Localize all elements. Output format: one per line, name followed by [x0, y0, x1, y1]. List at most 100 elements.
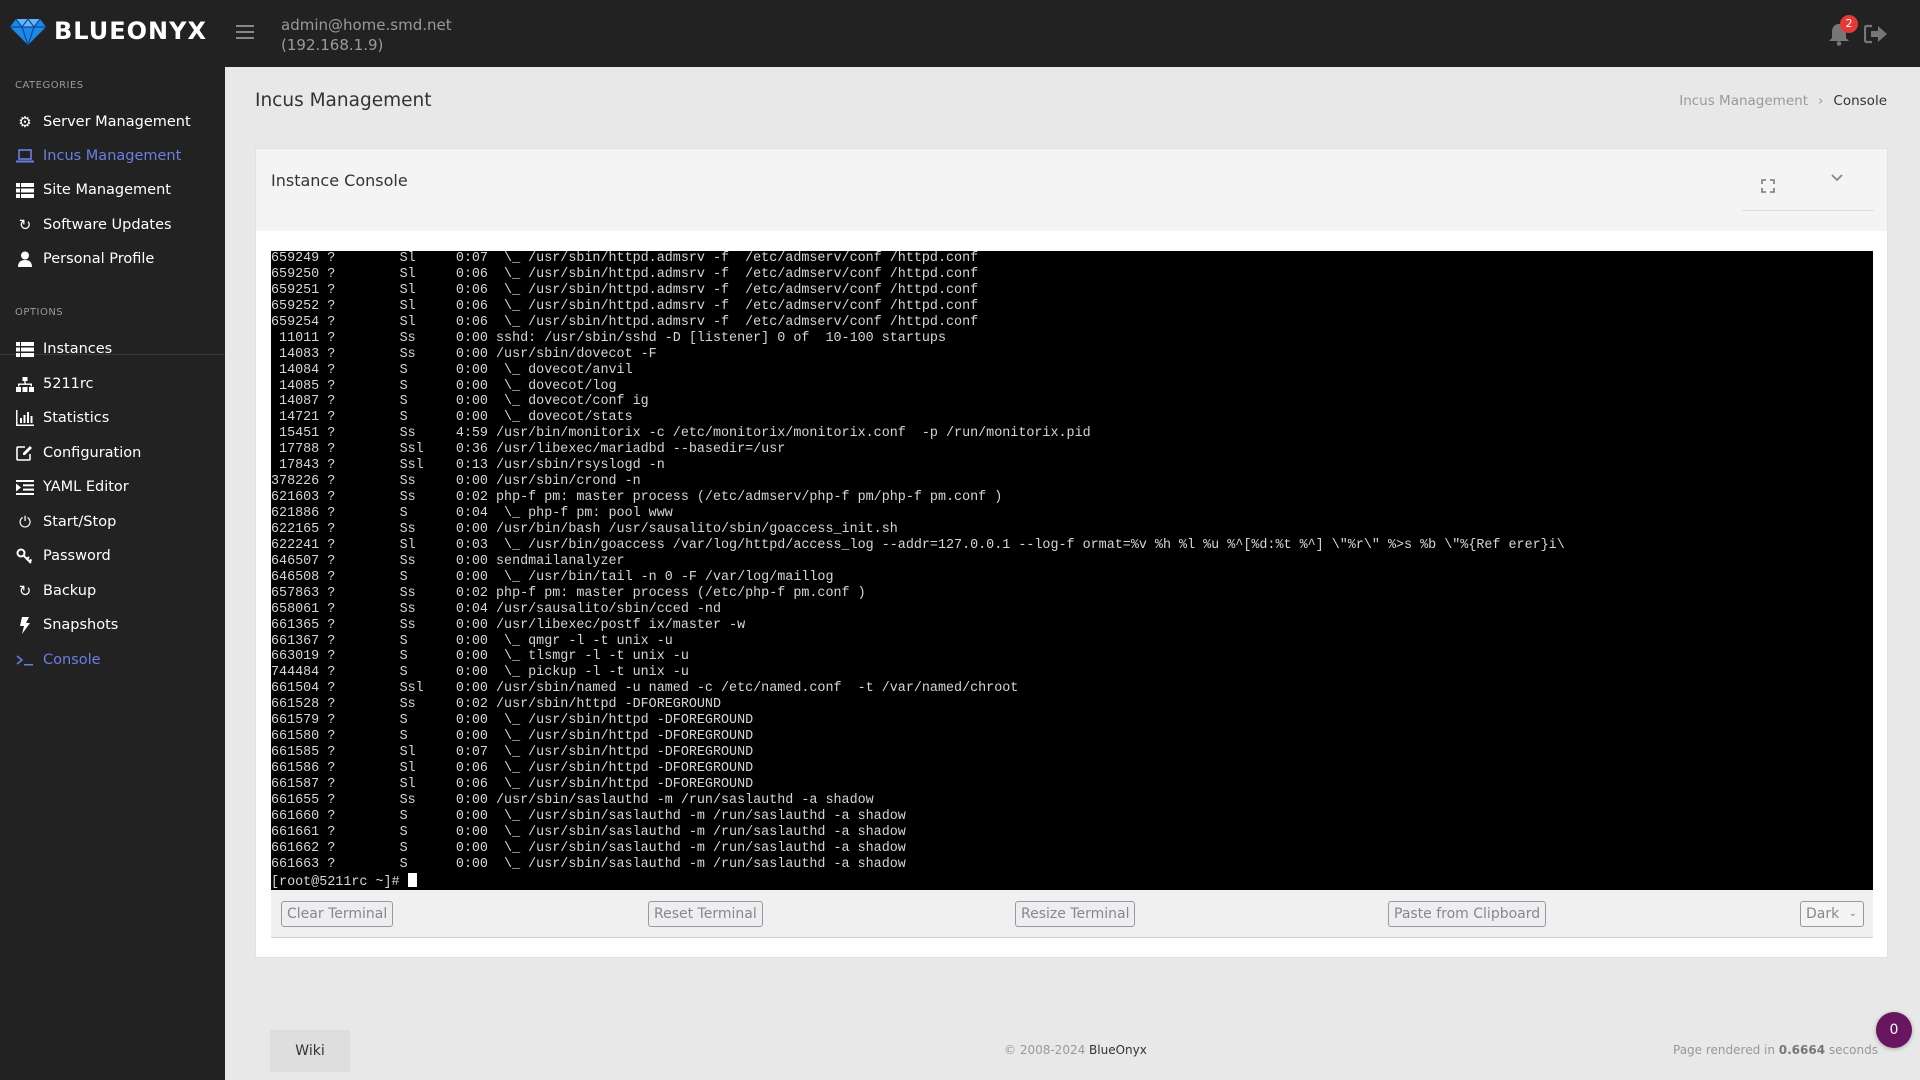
top-bar: BLUEONYX admin@home.smd.net (192.168.1.9… [0, 0, 1920, 67]
sidebar-item-label: Statistics [43, 410, 110, 426]
user-icon [15, 250, 35, 268]
floating-counter-button[interactable]: 0 [1876, 1012, 1912, 1048]
sidebar-item-software-updates[interactable]: ↻ Software Updates [15, 212, 172, 238]
paste-from-clipboard-button[interactable]: Paste from Clipboard [1388, 901, 1547, 927]
sidebar-item-personal-profile[interactable]: Personal Profile [15, 246, 154, 272]
clear-terminal-button[interactable]: Clear Terminal [281, 901, 394, 927]
terminal-prompt: [root@5211rc ~]# [271, 874, 408, 890]
terminal-line: 14721 ? S 0:00 \_ dovecot/stats [271, 410, 633, 426]
laptop-icon [15, 147, 35, 165]
sitemap-icon [15, 375, 35, 393]
categories-title: CATEGORIES [15, 80, 84, 91]
sidebar-item-label: Password [43, 548, 111, 564]
copyright: © 2008-2024 BlueOnyx [1004, 1043, 1147, 1057]
terminal-line: 17788 ? Ssl 0:36 /usr/libexec/mariadbd -… [271, 442, 786, 458]
sidebar-item-statistics[interactable]: Statistics [15, 405, 109, 431]
sidebar-item-server-management[interactable]: ⚙ Server Management [15, 109, 191, 135]
theme-select[interactable]: Dark ⌄ [1800, 901, 1864, 927]
card-header: Instance Console [256, 149, 1887, 231]
options-title: OPTIONS [15, 307, 64, 318]
terminal-output[interactable]: 659249 ? Sl 0:07 \_ /usr/sbin/httpd.adms… [271, 251, 1873, 890]
refresh-icon: ↻ [18, 216, 32, 234]
logout-icon[interactable] [1864, 24, 1888, 44]
sidebar-item-label: Incus Management [43, 148, 182, 164]
copyright-brand: BlueOnyx [1089, 1043, 1147, 1057]
host-ip: (192.168.1.9) [281, 36, 384, 54]
bolt-icon [15, 616, 35, 634]
sidebar-item-site-management[interactable]: Site Management [15, 177, 171, 203]
terminal-prompt-line[interactable]: [root@5211rc ~]# [271, 872, 1873, 890]
fullscreen-icon[interactable] [1761, 179, 1775, 193]
terminal-cursor [407, 872, 417, 887]
chevron-down-icon[interactable] [1830, 173, 1844, 183]
sidebar-item-5211rc[interactable]: 5211rc [15, 371, 94, 397]
sidebar-item-start-stop[interactable]: ⏻ Start/Stop [15, 509, 116, 535]
wiki-button[interactable]: Wiki [270, 1030, 350, 1072]
breadcrumb-current: Console [1833, 93, 1887, 109]
terminal-toolbar: Clear Terminal Reset Terminal Resize Ter… [271, 890, 1873, 938]
terminal-line: 659254 ? Sl 0:06 \_ /usr/sbin/httpd.adms… [271, 314, 979, 330]
copyright-text: © 2008-2024 [1004, 1043, 1090, 1057]
logo[interactable]: BLUEONYX [10, 16, 207, 46]
indent-icon [15, 478, 35, 496]
key-icon [15, 547, 35, 565]
terminal-line: 378226 ? Ss 0:00 /usr/sbin/crond -n [271, 474, 641, 490]
sidebar-item-label: Snapshots [43, 617, 119, 633]
terminal-line: 661579 ? S 0:00 \_ /usr/sbin/httpd -DFOR… [271, 713, 754, 729]
sidebar-item-configuration[interactable]: Configuration [15, 440, 141, 466]
terminal-line: 14084 ? S 0:00 \_ dovecot/anvil [271, 362, 633, 378]
terminal-line: 659249 ? Sl 0:07 \_ /usr/sbin/httpd.adms… [271, 251, 979, 266]
host-info: admin@home.smd.net (192.168.1.9) [281, 15, 452, 55]
sidebar-item-label: Instances [43, 341, 113, 357]
terminal-line: 744484 ? S 0:00 \_ pickup -l -t unix -u [271, 665, 689, 681]
terminal-line: 659250 ? Sl 0:06 \_ /usr/sbin/httpd.adms… [271, 266, 979, 282]
logo-text: BLUEONYX [54, 17, 207, 45]
sidebar-item-snapshots[interactable]: Snapshots [15, 612, 118, 638]
resize-terminal-button[interactable]: Resize Terminal [1015, 901, 1136, 927]
terminal-line: 15451 ? Ss 4:59 /usr/bin/monitorix -c /e… [271, 426, 1091, 442]
terminal-line: 663019 ? S 0:00 \_ tlsmgr -l -t unix -u [271, 649, 689, 665]
terminal-line: 661504 ? Ssl 0:00 /usr/sbin/named -u nam… [271, 681, 1019, 697]
card-title: Instance Console [271, 171, 408, 190]
render-time-prefix: Page rendered in [1673, 1043, 1779, 1057]
sidebar-item-password[interactable]: Password [15, 543, 111, 569]
sidebar: CATEGORIES ⚙ Server Management Incus Man… [0, 67, 225, 1080]
sidebar-item-instances[interactable]: Instances [15, 336, 112, 362]
gem-logo-icon [10, 18, 46, 46]
terminal-line: 17843 ? Ssl 0:13 /usr/sbin/rsyslogd -n [271, 458, 665, 474]
terminal-line: 661662 ? S 0:00 \_ /usr/sbin/saslauthd -… [271, 840, 906, 856]
list-icon [15, 181, 35, 199]
sidebar-item-yaml-editor[interactable]: YAML Editor [15, 474, 129, 500]
terminal-line: 658061 ? Ss 0:04 /usr/sausalito/sbin/cce… [271, 601, 721, 617]
sidebar-item-incus-management[interactable]: Incus Management [15, 143, 181, 169]
sidebar-item-label: Configuration [43, 445, 142, 461]
terminal-line: 621886 ? S 0:04 \_ php-f pm: pool www [271, 506, 673, 521]
terminal-line: 646508 ? S 0:00 \_ /usr/bin/tail -n 0 -F… [271, 569, 834, 585]
terminal-line: 659251 ? Sl 0:06 \_ /usr/sbin/httpd.adms… [271, 282, 979, 298]
user-email: admin@home.smd.net [281, 16, 452, 34]
terminal-line: 661587 ? Sl 0:06 \_ /usr/sbin/httpd -DFO… [271, 776, 754, 792]
list-icon [15, 340, 35, 358]
render-time-value: 0.6664 [1778, 1043, 1826, 1057]
breadcrumb-separator-icon: › [1818, 93, 1824, 109]
reset-terminal-button[interactable]: Reset Terminal [648, 901, 763, 927]
render-time: Page rendered in 0.6664 seconds [1673, 1043, 1878, 1057]
refresh-icon: ↻ [18, 582, 32, 600]
page-title: Incus Management [255, 90, 432, 111]
sidebar-item-label: YAML Editor [43, 479, 129, 495]
bar-chart-icon [15, 409, 35, 427]
terminal-line: 622165 ? Ss 0:00 /usr/bin/bash /usr/saus… [271, 521, 898, 537]
edit-icon [15, 444, 35, 462]
notification-badge[interactable]: 2 [1840, 15, 1858, 33]
sidebar-item-label: Server Management [43, 114, 191, 130]
sidebar-item-backup[interactable]: ↻ Backup [15, 578, 96, 604]
terminal-icon [15, 651, 35, 669]
sidebar-item-label: Personal Profile [43, 251, 155, 267]
render-time-suffix: seconds [1825, 1043, 1878, 1057]
sidebar-item-label: Backup [43, 583, 97, 599]
menu-toggle-icon[interactable] [236, 25, 254, 39]
terminal-line: 657863 ? Ss 0:02 php-f pm: master proces… [271, 585, 866, 601]
sidebar-item-console[interactable]: Console [15, 647, 101, 673]
breadcrumb-link-incus-management[interactable]: Incus Management [1679, 93, 1808, 109]
terminal-line: 661365 ? Ss 0:00 /usr/libexec/postf ix/m… [271, 617, 746, 633]
